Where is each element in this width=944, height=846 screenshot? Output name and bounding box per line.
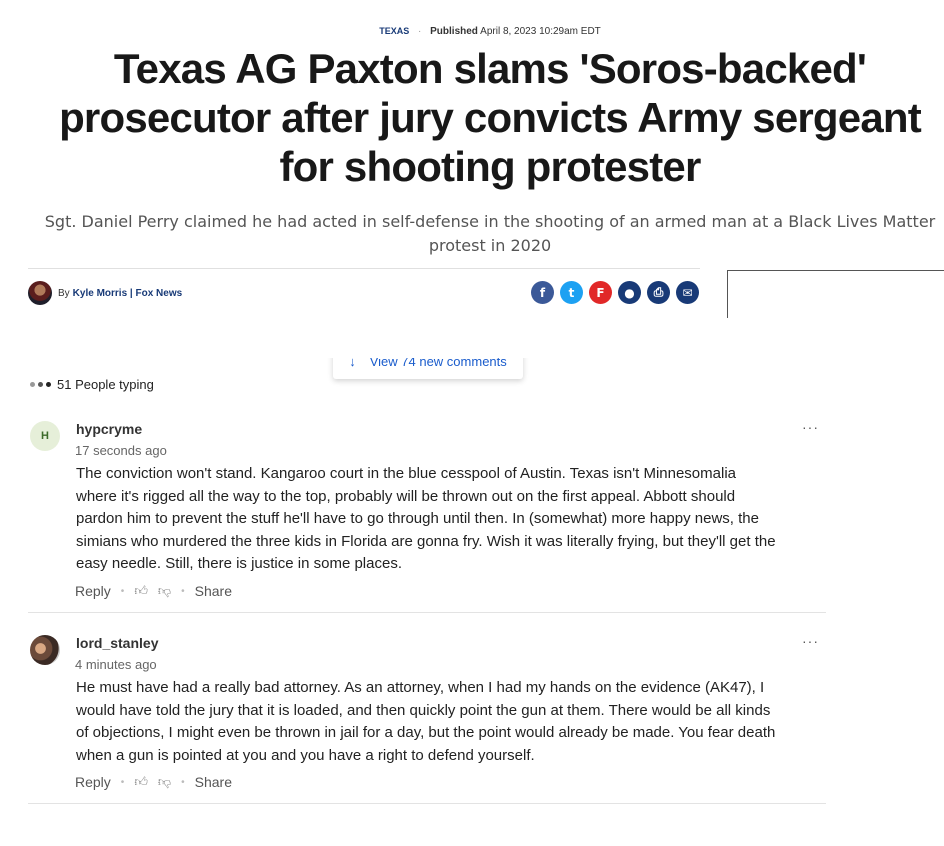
category-link[interactable]: TEXAS <box>379 26 409 36</box>
typing-indicator: 51 People typing <box>30 377 154 392</box>
comment-actions: Reply • 👍︎ 👎︎ • Share <box>75 583 232 599</box>
byline: By Kyle Morris | Fox News <box>28 281 182 305</box>
subheadline: Sgt. Daniel Perry claimed he had acted i… <box>44 212 936 255</box>
comment-timestamp: 17 seconds ago <box>75 443 167 458</box>
upvote-icon[interactable]: 👍︎ <box>134 583 148 599</box>
action-separator: • <box>120 776 125 788</box>
ad-container <box>727 270 944 318</box>
comment: H hypcryme 17 seconds ago ··· The convic… <box>28 419 826 613</box>
more-options-icon[interactable]: ··· <box>802 419 819 435</box>
comments-icon[interactable]: ● <box>618 281 641 304</box>
action-separator: • <box>120 585 125 597</box>
comment-divider <box>28 612 826 613</box>
author-avatar[interactable] <box>28 281 52 305</box>
avatar[interactable] <box>30 635 60 665</box>
comment: lord_stanley 4 minutes ago ··· He must h… <box>28 633 826 804</box>
email-icon[interactable]: ✉ <box>676 281 699 304</box>
author-link[interactable]: Kyle Morris | Fox News <box>73 288 183 299</box>
print-icon[interactable]: ⎙ <box>647 281 670 304</box>
action-separator: • <box>181 585 185 597</box>
comment-body: The conviction won't stand. Kangaroo cou… <box>76 465 776 572</box>
comment-body: He must have had a really bad attorney. … <box>76 679 776 764</box>
avatar[interactable]: H <box>30 421 60 451</box>
comment-actions: Reply • 👍︎ 👎︎ • Share <box>75 774 232 790</box>
flipboard-icon[interactable]: F <box>589 281 612 304</box>
share-button[interactable]: Share <box>195 583 232 599</box>
headline: Texas AG Paxton slams 'Soros-backed' pro… <box>59 45 922 190</box>
upvote-icon[interactable]: 👍︎ <box>134 774 148 790</box>
comment-username[interactable]: lord_stanley <box>76 635 158 651</box>
typing-label: 51 People typing <box>57 377 154 392</box>
article-meta: TEXAS · Published April 8, 2023 10:29am … <box>0 26 944 37</box>
comment-username[interactable]: hypcryme <box>76 421 142 437</box>
comment-divider <box>28 803 826 804</box>
byline-prefix: By <box>58 287 70 299</box>
downvote-icon[interactable]: 👎︎ <box>158 583 171 599</box>
action-separator: • <box>181 776 185 788</box>
share-bar: f t F ● ⎙ ✉ <box>531 281 699 304</box>
reply-button[interactable]: Reply <box>75 583 111 599</box>
byline-divider <box>28 268 700 269</box>
more-options-icon[interactable]: ··· <box>802 633 819 649</box>
share-button[interactable]: Share <box>195 774 232 790</box>
facebook-icon[interactable]: f <box>531 281 554 304</box>
reply-button[interactable]: Reply <box>75 774 111 790</box>
downvote-icon[interactable]: 👎︎ <box>158 774 171 790</box>
typing-dots-icon <box>30 382 51 387</box>
published-label: Published <box>430 26 478 37</box>
twitter-icon[interactable]: t <box>560 281 583 304</box>
comment-timestamp: 4 minutes ago <box>75 657 157 672</box>
meta-separator: · <box>418 26 422 37</box>
comments-top-mask <box>320 318 540 358</box>
published-date: April 8, 2023 10:29am EDT <box>480 26 601 37</box>
